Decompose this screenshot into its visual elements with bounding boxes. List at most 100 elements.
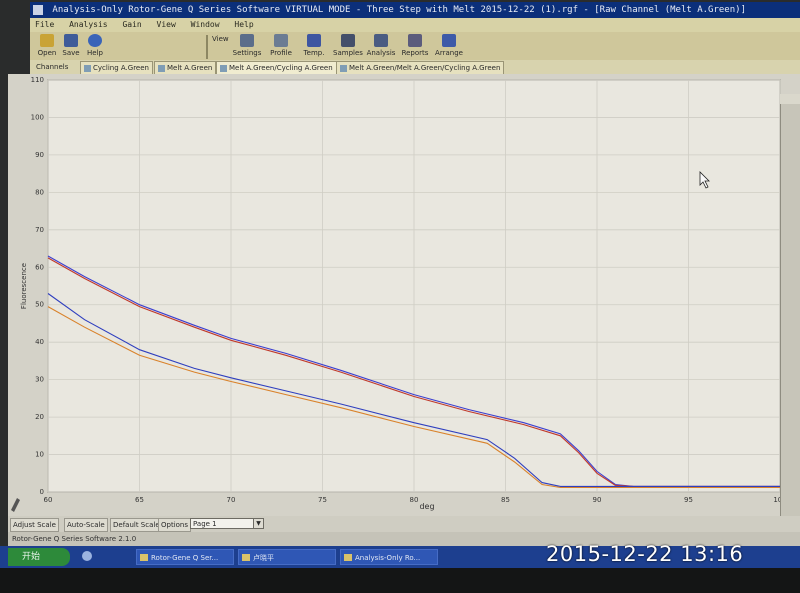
tab-label: Melt A.Green/Melt A.Green/Cycling A.Gree… [349, 64, 501, 72]
channel-icon [158, 64, 165, 72]
y-tick-label: 20 [35, 413, 44, 421]
save-disk-icon [64, 34, 78, 47]
analysis-button[interactable]: Analysis [366, 34, 396, 57]
x-tick-label: 70 [227, 496, 236, 504]
page-select[interactable]: Page 1 ▼ [190, 518, 264, 529]
tab-melt-cycling[interactable]: Melt A.Green/Cycling A.Green [216, 61, 337, 74]
y-tick-label: 0 [40, 488, 44, 496]
samples-icon [341, 34, 355, 47]
y-tick-label: 80 [35, 188, 44, 196]
y-tick-label: 60 [35, 263, 44, 271]
reports-button[interactable]: Reports [400, 34, 430, 57]
taskbar-item-label: Rotor-Gene Q Ser... [151, 554, 219, 562]
arrange-button-label: Arrange [435, 49, 463, 57]
help-button-label: Help [87, 49, 103, 57]
window-icon [344, 554, 352, 561]
channel-tab-bar: Channels Cycling A.Green Melt A.Green Me… [30, 60, 800, 74]
y-tick-label: 90 [35, 151, 44, 159]
taskbar-item-label: Analysis-Only Ro... [355, 554, 421, 562]
folder-open-icon [40, 34, 54, 47]
channel-icon [84, 64, 91, 72]
y-tick-label: 30 [35, 376, 44, 384]
window-icon [140, 554, 148, 561]
page-select-value: Page 1 [193, 520, 217, 528]
app-icon [33, 4, 43, 15]
y-tick-label: 100 [31, 113, 44, 121]
temp-button-label: Temp. [303, 49, 325, 57]
default-scale-button[interactable]: Default Scale [110, 518, 163, 532]
menu-analysis[interactable]: Analysis [69, 20, 108, 29]
folder-icon [242, 554, 250, 561]
temp-button[interactable]: Temp. [299, 34, 329, 57]
x-tick-label: 80 [410, 496, 419, 504]
chart-controls-bar: Adjust Scale Auto-Scale Default Scale Op… [8, 516, 800, 532]
help-icon [88, 34, 102, 47]
analysis-button-label: Analysis [366, 49, 396, 57]
chart-window: 6065707580859095100010203040506070809010… [8, 74, 800, 516]
tab-melt-a-green[interactable]: Melt A.Green [154, 61, 217, 74]
window-title-bar[interactable]: Analysis-Only Rotor-Gene Q Series Softwa… [30, 2, 800, 18]
auto-scale-button[interactable]: Auto-Scale [64, 518, 108, 532]
settings-button[interactable]: Settings [232, 34, 262, 57]
tab-label: Melt A.Green/Cycling A.Green [229, 64, 333, 72]
menu-help[interactable]: Help [234, 20, 253, 29]
right-panel-header [780, 94, 800, 104]
y-tick-label: 50 [35, 301, 44, 309]
profile-icon [274, 34, 288, 47]
arrange-icon [442, 34, 456, 47]
photo-timestamp: 2015-12-22 13:16 [546, 542, 744, 566]
view-group-label: View [212, 35, 229, 43]
x-tick-label: 95 [684, 496, 693, 504]
taskbar-item-label: 卢晓平 [253, 554, 274, 562]
tab-label: Melt A.Green [167, 64, 213, 72]
settings-icon [240, 34, 254, 47]
right-side-panel [780, 94, 800, 516]
y-tick-label: 70 [35, 226, 44, 234]
y-tick-label: 110 [31, 76, 44, 84]
y-axis-label: Fluorescence [20, 263, 28, 309]
tab-melt-melt-cycling[interactable]: Melt A.Green/Melt A.Green/Cycling A.Gree… [336, 61, 505, 74]
tab-label: Cycling A.Green [93, 64, 149, 72]
settings-button-label: Settings [232, 49, 262, 57]
profile-button-label: Profile [270, 49, 292, 57]
menu-bar: File Analysis Gain View Window Help [30, 18, 800, 32]
melt-curve-chart[interactable]: 6065707580859095100010203040506070809010… [8, 74, 800, 516]
x-axis-label: deg [419, 502, 434, 511]
x-tick-label: 85 [501, 496, 510, 504]
save-button-label: Save [62, 49, 80, 57]
x-tick-label: 60 [44, 496, 53, 504]
options-button[interactable]: Options [158, 518, 192, 532]
samples-button[interactable]: Samples [333, 34, 363, 57]
taskbar-item-folder[interactable]: 卢晓平 [238, 549, 336, 565]
toolbar: Open Save Help View Settings Profile Tem… [30, 32, 800, 61]
pen-icon[interactable] [11, 498, 20, 512]
menu-file[interactable]: File [35, 20, 54, 29]
taskbar-item-analysis[interactable]: Analysis-Only Ro... [340, 549, 438, 565]
menu-gain[interactable]: Gain [122, 20, 141, 29]
channel-icon [220, 64, 227, 72]
help-button[interactable]: Help [80, 34, 110, 57]
toolbar-separator [206, 35, 208, 59]
x-tick-label: 75 [318, 496, 327, 504]
screen: Analysis-Only Rotor-Gene Q Series Softwa… [0, 0, 800, 593]
thermometer-icon [307, 34, 321, 47]
menu-view[interactable]: View [157, 20, 176, 29]
tab-cycling-a-green[interactable]: Cycling A.Green [80, 61, 153, 74]
chevron-down-icon[interactable]: ▼ [253, 519, 263, 528]
x-tick-label: 90 [593, 496, 602, 504]
profile-button[interactable]: Profile [266, 34, 296, 57]
channel-icon [340, 64, 347, 72]
taskbar-item-rotor-gene[interactable]: Rotor-Gene Q Ser... [136, 549, 234, 565]
adjust-scale-button[interactable]: Adjust Scale [10, 518, 59, 532]
channels-label: Channels [36, 63, 69, 71]
y-tick-label: 10 [35, 451, 44, 459]
y-tick-label: 40 [35, 338, 44, 346]
status-text: Rotor-Gene Q Series Software 2.1.0 [12, 535, 137, 543]
browser-icon[interactable] [82, 551, 92, 561]
monitor-bezel [0, 568, 800, 593]
x-tick-label: 65 [135, 496, 144, 504]
reports-button-label: Reports [401, 49, 429, 57]
menu-window[interactable]: Window [191, 20, 220, 29]
start-button[interactable]: 开始 [8, 548, 70, 566]
arrange-button[interactable]: Arrange [434, 34, 464, 57]
